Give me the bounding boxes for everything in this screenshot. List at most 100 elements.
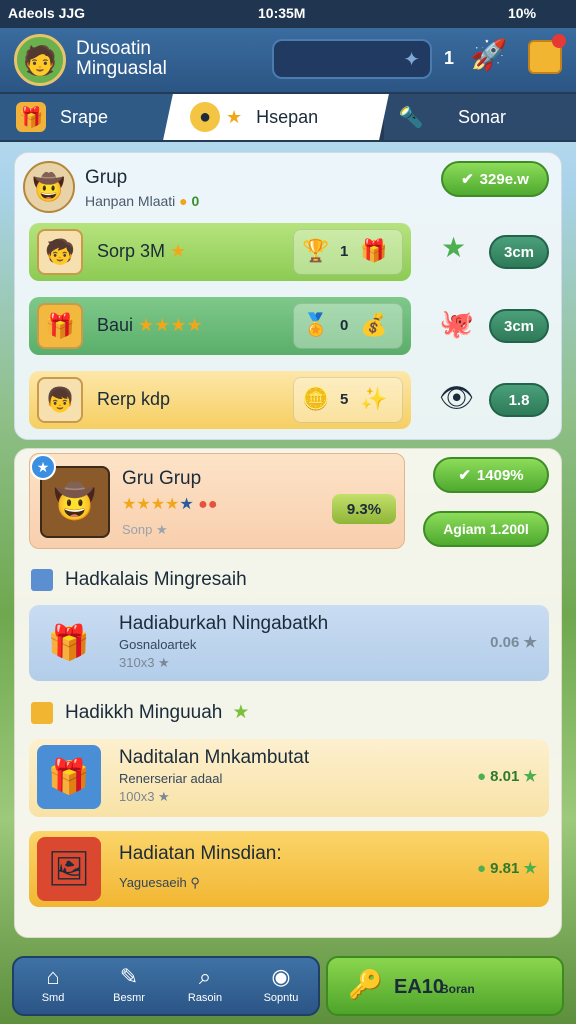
item-value-text: 0.06 <box>490 634 520 651</box>
gift-icon: 🎁 <box>360 238 388 263</box>
gift-box-icon: 🎁 <box>16 102 46 132</box>
reward-box: 🏆 1 🎁 <box>293 229 403 275</box>
star-badge-icon: ★ <box>30 454 56 480</box>
tab-content: ● ★ Hsepan <box>190 102 318 132</box>
profile-name: Dusoatin Minguaslal <box>76 39 167 79</box>
stars-icon: ★★★★ <box>138 315 203 335</box>
gift-boxes-icon: 🎁 <box>47 624 91 662</box>
group-subtitle: Hanpan Mlaati ● 0 <box>85 193 199 209</box>
home-icon: ⌂ <box>46 964 60 989</box>
gift-icon[interactable] <box>528 34 566 74</box>
check-icon: ✔ <box>461 171 474 188</box>
status-carrier: Adeols JJG <box>8 5 86 21</box>
status-bar: Adeols JJG 10:35M 10% <box>0 0 576 28</box>
row-action-button[interactable]: 3cm <box>489 309 549 343</box>
rocket-icon[interactable]: 🚀 <box>470 38 507 73</box>
list-item[interactable]: 🖼 Hadiatan Minsdian: Yaguesaeih ⚲ ● 9.81… <box>29 831 549 907</box>
status-time: 10:35M <box>258 5 306 21</box>
medal-icon: 🏅 <box>302 312 330 337</box>
item-subtitle: Yaguesaeih ⚲ <box>119 875 200 891</box>
status-battery: 10% <box>508 5 537 21</box>
nav-besmr[interactable]: ✎ Besmr <box>94 962 164 1014</box>
featured-claim-button[interactable]: Agiam 1.200l <box>423 511 549 547</box>
group-score-value: 329e.w <box>479 170 529 188</box>
reward-count: 0 <box>340 317 349 334</box>
nav-label: Besmr <box>113 992 145 1004</box>
eye-icon: 👁 <box>439 382 475 413</box>
star-icon: ★ <box>523 860 537 877</box>
featured-score-value: 1409% <box>476 466 524 484</box>
tab-label: Srape <box>60 106 109 127</box>
reward-count: 5 <box>340 391 349 408</box>
nav-home[interactable]: ⌂ Smd <box>18 962 88 1014</box>
tab-sonar[interactable]: 🔦 Sonar <box>384 94 576 140</box>
creature-icon: 🐙 <box>439 308 474 339</box>
nav-sopntu[interactable]: ◉ Sopntu <box>246 962 316 1014</box>
row-label: Sorp 3M ★ <box>97 241 186 262</box>
item-value: ● 9.81 ★ <box>477 859 537 877</box>
row-label: Baui ★★★★ <box>97 315 203 336</box>
list-item[interactable]: 👦 Rerp kdp 🪙 5 ✨ <box>29 371 411 429</box>
member-avatar: 🧒 <box>37 229 83 275</box>
group-title: Grup <box>85 167 128 188</box>
tab-srape[interactable]: 🎁 Srape <box>0 94 180 140</box>
header-count: 1 <box>444 48 455 68</box>
group-score-pill[interactable]: ✔ 329e.w <box>441 161 549 197</box>
group-subtitle-value: 0 <box>191 193 200 209</box>
nav-label: Sopntu <box>263 992 299 1004</box>
tab-hsepan[interactable]: ● ★ Hsepan <box>163 94 389 140</box>
row-label: Rerp kdp <box>97 389 171 409</box>
tab-label: Hsepan <box>256 106 319 127</box>
item-subtitle: Renerseriar adaal <box>119 771 223 786</box>
nav-label: Rasoin <box>187 992 223 1004</box>
featured-card[interactable]: 🤠 ★ Gru Grup ★★★★★ ●● Sonp ★ 9.3% <box>29 453 405 549</box>
star-icon: ★ <box>523 768 537 785</box>
primary-action-button[interactable]: 🔑 EA10 Boran <box>326 956 564 1016</box>
group-subtitle-text: Hanpan Mlaati <box>85 193 176 209</box>
featured-subtitle-text: Sonp <box>122 522 153 537</box>
row-action-button[interactable]: 1.8 <box>489 383 549 417</box>
featured-title: Gru Grup <box>122 468 202 489</box>
profile-avatar[interactable]: 🧑 <box>14 34 66 86</box>
section-heading: Hadikkh Minguuah ★ <box>31 701 249 724</box>
list-item[interactable]: 🎁 Naditalan Mnkambutat Renerseriar adaal… <box>29 739 549 817</box>
reward-box: 🪙 5 ✨ <box>293 377 403 423</box>
rating-stars-icon: ★★★★★ ●● <box>122 496 218 513</box>
section-heading-text: Hadkalais Mingresaih <box>65 569 247 590</box>
tablet-icon: 🖼 <box>37 837 101 901</box>
profile-name-line2: Minguaslal <box>76 58 167 79</box>
featured-score-pill[interactable]: ✔ 1409% <box>433 457 549 493</box>
group-panel: 🤠 Grup Hanpan Mlaati ● 0 ✔ 329e.w 🧒 Sorp… <box>14 152 562 440</box>
cta-label: EA10 <box>394 976 445 998</box>
reward-count: 1 <box>340 243 349 260</box>
check-icon: ● <box>476 860 486 877</box>
section-heading: Hadkalais Mingresaih <box>31 569 247 591</box>
item-title: Hadiaburkah Ningabatkh <box>119 613 329 634</box>
check-icon: ✔ <box>458 467 471 484</box>
list-item[interactable]: 🎁 Baui ★★★★ 🏅 0 💰 <box>29 297 411 355</box>
star-icon: ★ <box>226 106 243 127</box>
featured-value-pill[interactable]: 9.3% <box>332 494 396 524</box>
item-multiplier-text: 100x3 <box>119 789 155 804</box>
item-value: 0.06 ★ <box>490 634 537 651</box>
gift-boxes-icon: 🎁 <box>37 745 101 809</box>
group-avatar: 🤠 <box>23 161 75 213</box>
pin-icon: ⚲ <box>190 875 200 890</box>
key-icon: 🔑 <box>348 969 383 1000</box>
search-input[interactable]: ✦ <box>272 39 432 79</box>
list-item[interactable]: 🧒 Sorp 3M ★ 🏆 1 🎁 <box>29 223 411 281</box>
sparkle-icon: ✨ <box>360 386 388 411</box>
reward-box: 🏅 0 💰 <box>293 303 403 349</box>
item-subtitle-text: Yaguesaeih <box>119 875 187 890</box>
flashlight-icon: 🔦 <box>398 106 424 129</box>
coin-stack-icon: ● <box>179 193 192 209</box>
row-action-button[interactable]: 3cm <box>489 235 549 269</box>
nav-search[interactable]: ⌕ Rasoin <box>170 962 240 1014</box>
star-icon: ★ <box>232 702 250 723</box>
profile-name-line1: Dusoatin <box>76 38 151 59</box>
member-avatar: 👦 <box>37 377 83 423</box>
list-item[interactable]: 🎁 Hadiaburkah Ningabatkh Gosnaloartek 31… <box>29 605 549 681</box>
item-title: Hadiatan Minsdian: <box>119 843 282 864</box>
coin-icon: 🪙 <box>302 386 330 411</box>
featured-subtitle: Sonp ★ <box>122 522 168 537</box>
